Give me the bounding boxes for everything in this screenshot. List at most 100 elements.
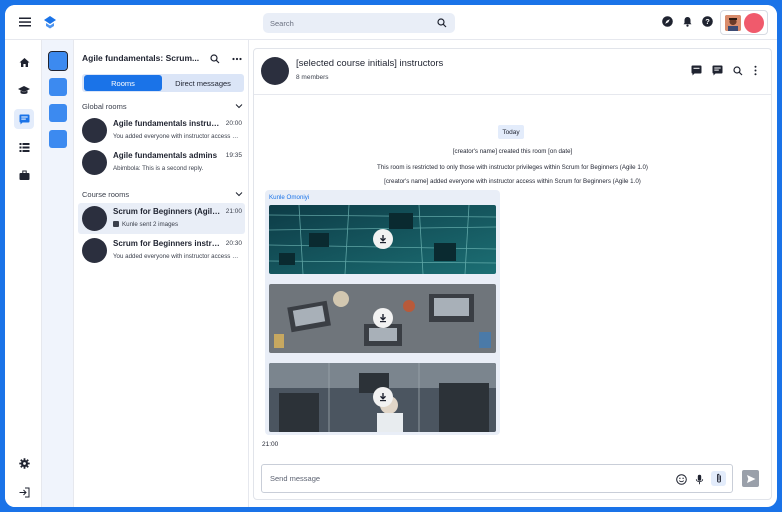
room-item[interactable]: Agile fundamentals instructors 20:00 You… — [78, 115, 245, 146]
room-time: 21:00 — [225, 208, 242, 215]
room-name: Scrum for Beginners (Agile 1.0) — [113, 207, 223, 216]
home-icon — [19, 57, 29, 67]
profile-menu[interactable] — [720, 10, 768, 35]
room-avatar — [82, 206, 107, 231]
courses-nav-button[interactable] — [14, 80, 34, 100]
system-message: This room is restricted to only those wi… — [377, 164, 648, 171]
download-button[interactable] — [373, 308, 393, 328]
rooms-tab-switcher: Rooms Direct messages — [82, 74, 244, 92]
message-bubble: Kunle Omoniyi — [265, 190, 500, 435]
graduation-cap-icon — [18, 85, 30, 94]
tab-direct-messages[interactable]: Direct messages — [164, 75, 242, 91]
paperclip-icon — [716, 473, 721, 483]
room-preview: Kunle sent 2 images — [113, 221, 241, 228]
chat-nav-button[interactable] — [14, 109, 34, 129]
room-name: Agile fundamentals admins — [113, 151, 218, 160]
logout-nav-button[interactable] — [14, 482, 34, 502]
user-photo-avatar — [725, 15, 741, 31]
room-name: Scrum for Beginners instructors — [113, 239, 223, 248]
room-preview: You added everyone with instructor acces… — [113, 133, 241, 140]
search-icon[interactable] — [210, 54, 220, 64]
rooms-panel-title: Agile fundamentals: Scrum... — [82, 53, 200, 63]
profile-avatar[interactable] — [744, 13, 764, 33]
room-avatar — [82, 238, 107, 263]
list-icon — [19, 142, 29, 152]
emoji-icon[interactable] — [676, 474, 687, 485]
message-input[interactable] — [262, 465, 662, 492]
room-item[interactable]: Agile fundamentals admins 19:35 Abimbola… — [78, 147, 245, 178]
workspace-strip — [42, 40, 74, 507]
download-button[interactable] — [373, 229, 393, 249]
send-icon — [746, 474, 755, 483]
room-item-selected[interactable]: Scrum for Beginners (Agile 1.0) 21:00 Ku… — [78, 203, 245, 234]
chat-timeline: Today [creator's name] created this room… — [254, 96, 771, 456]
chat-member-count[interactable]: 8 members — [296, 74, 329, 81]
system-message: [creator's name] added everyone with ins… — [384, 178, 641, 185]
room-preview: You added everyone with instructor acces… — [113, 253, 241, 260]
image-attachment[interactable] — [269, 205, 496, 274]
message-composer — [261, 464, 733, 493]
download-icon — [380, 314, 386, 323]
thread-icon[interactable] — [691, 65, 702, 76]
rooms-panel: Agile fundamentals: Scrum... Rooms Direc… — [74, 40, 249, 507]
search-input[interactable] — [263, 13, 433, 33]
help-icon[interactable]: ? — [702, 16, 713, 27]
chat-room-avatar — [261, 57, 289, 85]
chevron-down-icon[interactable] — [235, 102, 243, 110]
gear-icon — [18, 457, 30, 469]
section-heading-global-rooms: Global rooms — [82, 102, 127, 111]
briefcase-icon — [19, 170, 29, 180]
workspace-2[interactable] — [49, 78, 67, 96]
room-name: Agile fundamentals instructors — [113, 119, 223, 128]
image-attachment[interactable] — [269, 363, 496, 432]
date-divider: Today — [498, 125, 524, 139]
briefcase-nav-button[interactable] — [14, 165, 34, 185]
room-preview: Abimbola: This is a second reply. — [113, 165, 204, 172]
search-icon[interactable] — [732, 65, 743, 76]
search-icon[interactable] — [437, 18, 447, 28]
compass-icon[interactable] — [662, 16, 673, 27]
attach-button[interactable] — [711, 471, 726, 486]
image-icon — [113, 221, 119, 227]
notification-bell-icon[interactable] — [682, 16, 693, 27]
hamburger-menu-icon[interactable] — [18, 15, 32, 29]
room-item[interactable]: Scrum for Beginners instructors 20:30 Yo… — [78, 235, 245, 266]
settings-nav-button[interactable] — [14, 453, 34, 473]
chat-icon — [19, 114, 29, 124]
chat-header: [selected course initials] instructors 8… — [254, 49, 771, 95]
svg-text:?: ? — [705, 17, 710, 26]
chat-messages-icon[interactable] — [712, 65, 723, 76]
left-navigation-rail — [5, 40, 42, 507]
microphone-icon[interactable] — [694, 474, 705, 485]
chat-panel: [selected course initials] instructors 8… — [253, 48, 772, 500]
message-author[interactable]: Kunle Omoniyi — [269, 194, 309, 201]
list-nav-button[interactable] — [14, 137, 34, 157]
more-vertical-icon[interactable] — [750, 65, 761, 76]
logout-icon — [19, 487, 29, 497]
room-preview-text: Kunle sent 2 images — [122, 221, 179, 228]
download-button[interactable] — [373, 387, 393, 407]
download-icon — [380, 393, 386, 402]
room-time: 20:30 — [225, 240, 242, 247]
chevron-down-icon[interactable] — [235, 190, 243, 198]
section-heading-course-rooms: Course rooms — [82, 190, 130, 199]
more-horizontal-icon[interactable] — [232, 54, 242, 64]
app-logo-icon[interactable] — [42, 14, 58, 30]
workspace-3[interactable] — [49, 104, 67, 122]
top-bar: ? — [5, 5, 777, 40]
system-message: [creator's name] created this room [on d… — [452, 148, 573, 155]
download-icon — [380, 235, 386, 244]
room-avatar — [82, 150, 107, 175]
chat-title: [selected course initials] instructors — [296, 58, 444, 69]
room-time: 19:35 — [225, 152, 242, 159]
workspace-4[interactable] — [49, 130, 67, 148]
room-avatar — [82, 118, 107, 143]
workspace-1[interactable] — [48, 51, 68, 71]
tab-rooms[interactable]: Rooms — [84, 75, 162, 91]
global-search[interactable] — [263, 13, 455, 33]
image-attachment[interactable] — [269, 284, 496, 353]
room-time: 20:00 — [225, 120, 242, 127]
send-button[interactable] — [742, 470, 759, 487]
home-nav-button[interactable] — [14, 52, 34, 72]
app-window: ? — [5, 5, 777, 507]
